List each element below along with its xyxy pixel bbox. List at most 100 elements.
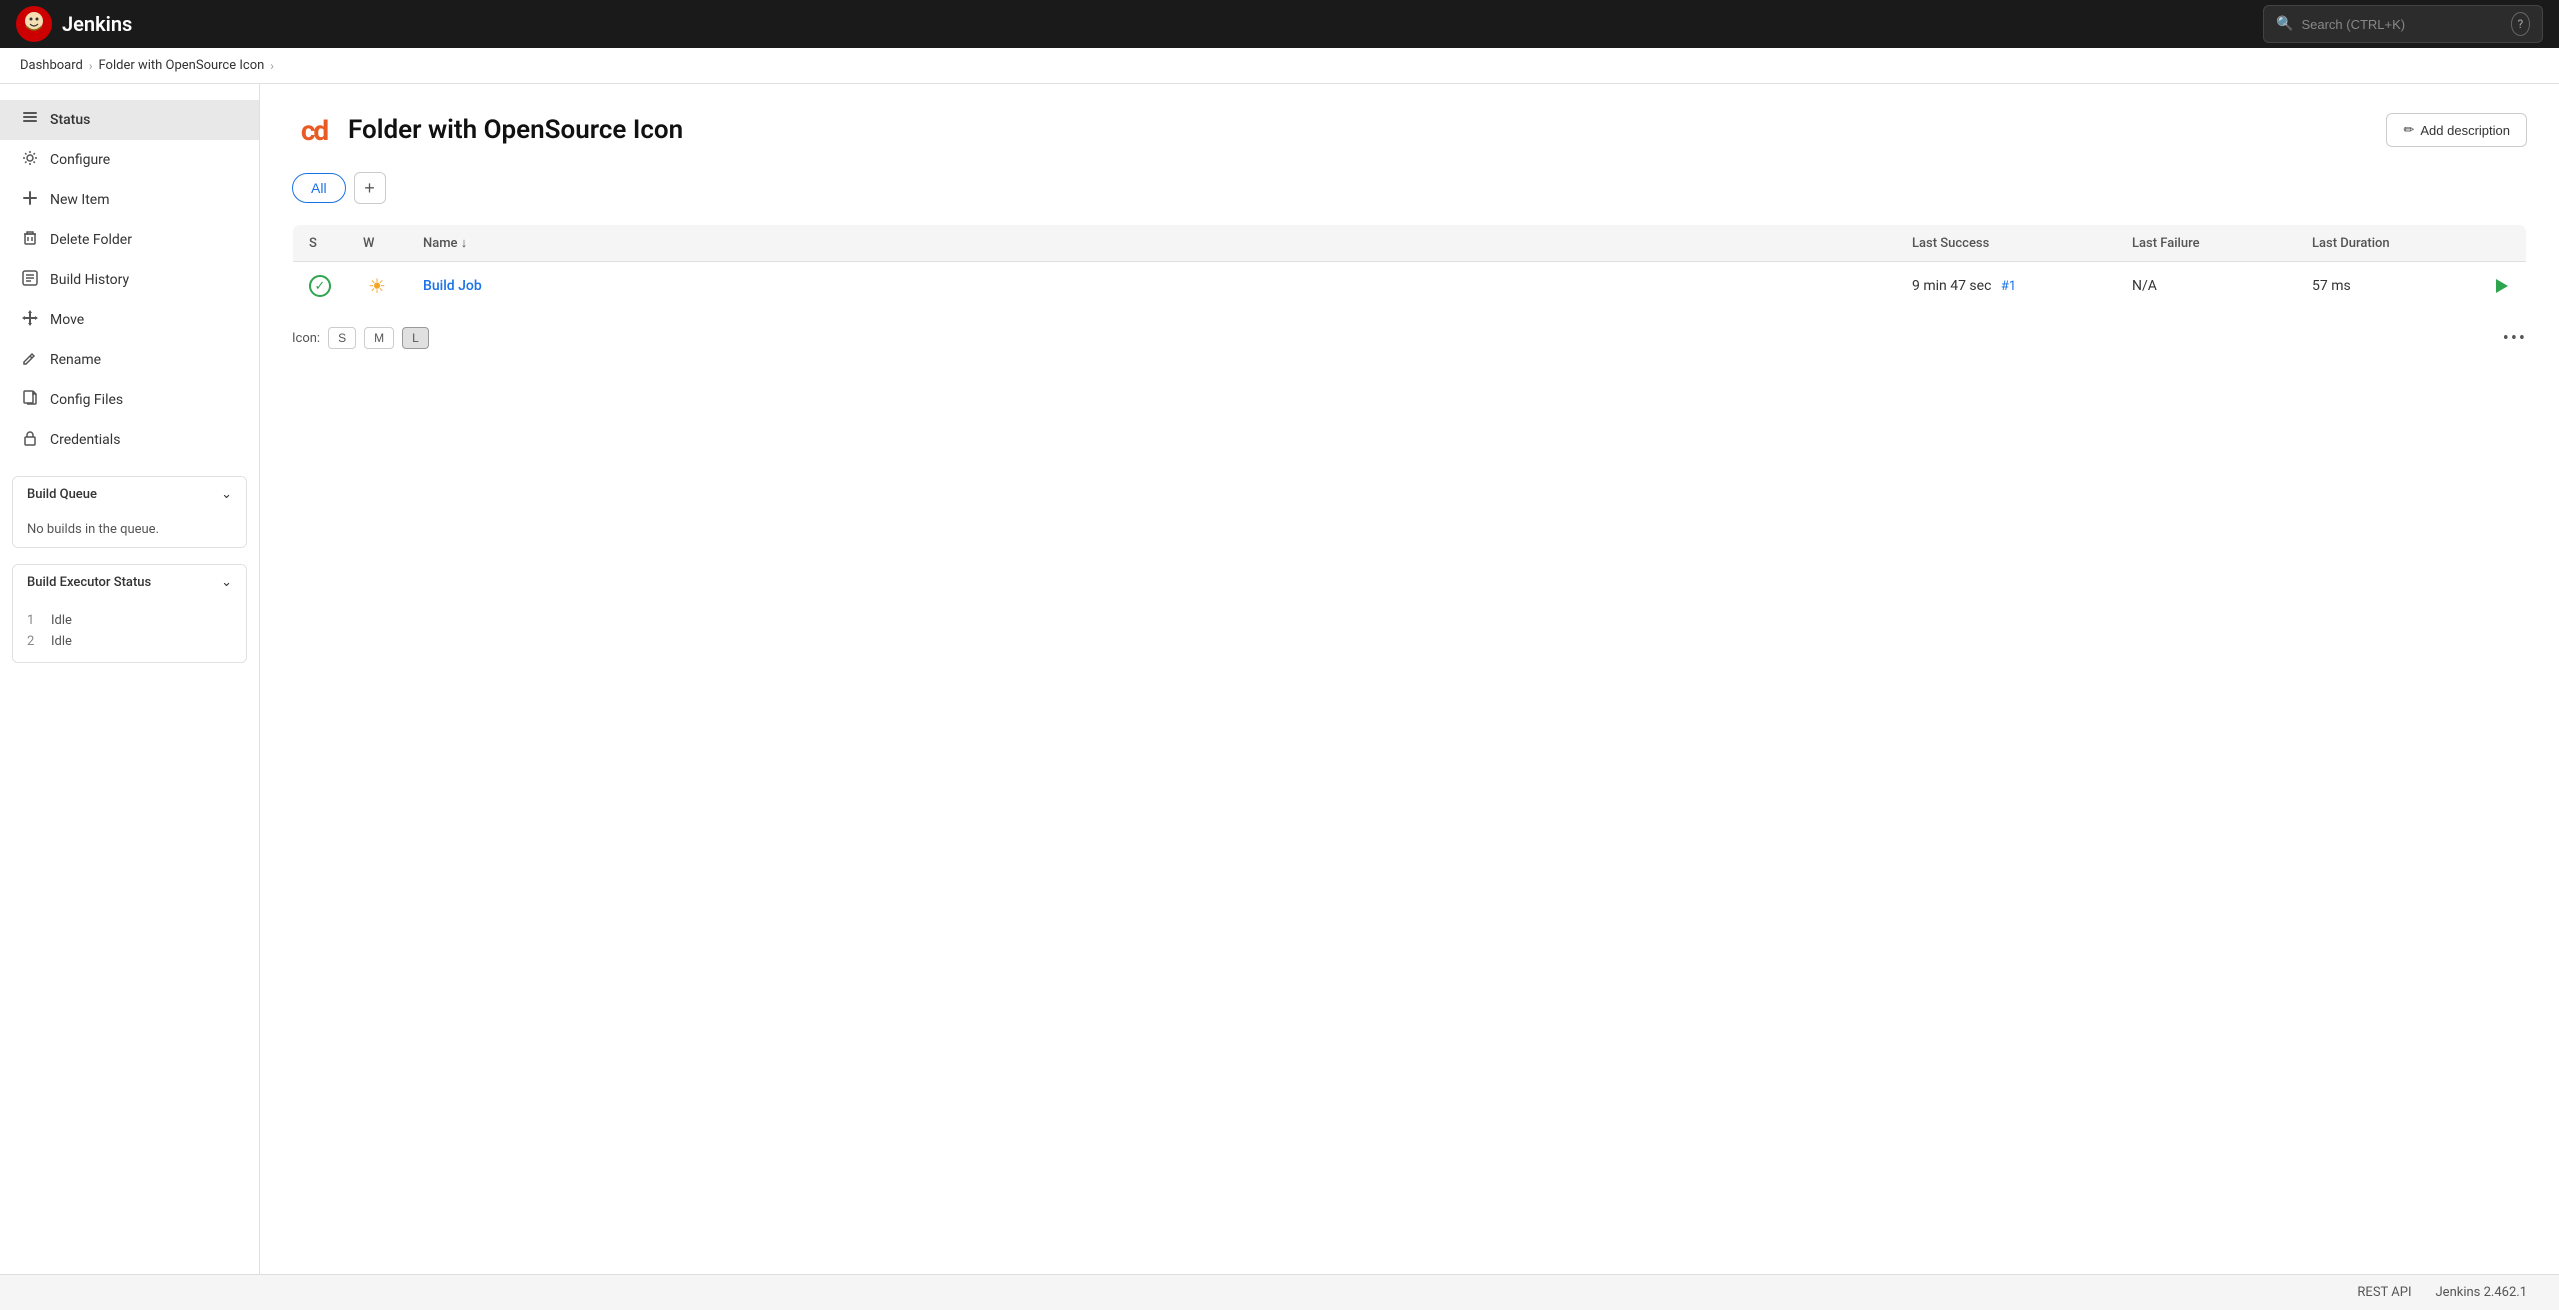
search-input[interactable]: [2301, 17, 2502, 32]
col-header-name[interactable]: Name ↓: [407, 225, 1896, 262]
build-executor-header[interactable]: Build Executor Status ⌄: [13, 565, 246, 600]
sidebar-label-credentials: Credentials: [50, 432, 120, 448]
job-run-cell: [2476, 262, 2527, 311]
jenkins-version: Jenkins 2.462.1: [2436, 1285, 2528, 1300]
col-header-w: W: [347, 225, 407, 262]
sidebar-item-move[interactable]: Move: [0, 300, 259, 340]
tabs-row: All +: [292, 172, 2527, 204]
sidebar-item-new-item[interactable]: New Item: [0, 180, 259, 220]
table-body: ✓ ☀ Build Job 9 min 47 sec #1 N/A: [293, 262, 2527, 311]
breadcrumb-folder[interactable]: Folder with OpenSource Icon: [98, 58, 264, 73]
icon-size-l[interactable]: L: [402, 327, 429, 349]
sidebar-label-rename: Rename: [50, 352, 101, 368]
build-executor-body: 1 Idle 2 Idle: [13, 600, 246, 662]
jenkins-logo[interactable]: Jenkins: [16, 6, 132, 42]
sidebar-label-delete-folder: Delete Folder: [50, 232, 132, 248]
edit-icon: ✏: [2403, 122, 2414, 138]
icon-size-m[interactable]: M: [364, 327, 394, 349]
build-queue-empty: No builds in the queue.: [27, 522, 159, 537]
build-executor-title: Build Executor Status: [27, 575, 151, 590]
build-queue-header[interactable]: Build Queue ⌄: [13, 477, 246, 512]
job-last-failure-cell: N/A: [2116, 262, 2296, 311]
footer: REST API Jenkins 2.462.1: [0, 1274, 2559, 1310]
executor-num-2: 2: [27, 634, 43, 649]
tab-all[interactable]: All: [292, 173, 346, 203]
job-last-success-cell: 9 min 47 sec #1: [1896, 262, 2116, 311]
sidebar-item-config-files[interactable]: Config Files: [0, 380, 259, 420]
col-header-last-success: Last Success: [1896, 225, 2116, 262]
topnav-title: Jenkins: [62, 12, 132, 36]
job-name-link[interactable]: Build Job: [423, 278, 482, 294]
move-icon: [20, 310, 40, 330]
sidebar-item-credentials[interactable]: Credentials: [0, 420, 259, 460]
sidebar-item-build-history[interactable]: Build History: [0, 260, 259, 300]
status-icon: [20, 110, 40, 130]
col-header-run: [2476, 225, 2527, 262]
build-num-link[interactable]: #1: [2001, 279, 2016, 294]
jenkins-avatar-icon: [16, 6, 52, 42]
sidebar-item-rename[interactable]: Rename: [0, 340, 259, 380]
build-queue-body: No builds in the queue.: [13, 512, 246, 547]
rest-api-link[interactable]: REST API: [2357, 1285, 2411, 1300]
sidebar-label-config-files: Config Files: [50, 392, 123, 408]
build-history-icon: [20, 270, 40, 290]
jobs-table: S W Name ↓ Last Success Last Failure: [292, 224, 2527, 311]
icon-size-s[interactable]: S: [328, 327, 356, 349]
breadcrumb-sep-2: ›: [270, 59, 274, 73]
col-header-last-duration: Last Duration: [2296, 225, 2476, 262]
page-header: cd Folder with OpenSource Icon ✏ Add des…: [292, 108, 2527, 152]
cd-logo-text: cd: [301, 114, 327, 147]
executor-status-1: Idle: [51, 613, 72, 628]
job-name-cell: Build Job: [407, 262, 1896, 311]
delete-icon: [20, 230, 40, 250]
credentials-icon: [20, 430, 40, 450]
executor-status-2: Idle: [51, 634, 72, 649]
search-box[interactable]: 🔍 ?: [2263, 5, 2543, 43]
rename-icon: [20, 350, 40, 370]
sidebar-label-new-item: New Item: [50, 192, 110, 208]
status-success-icon: ✓: [309, 275, 331, 297]
breadcrumb-dashboard[interactable]: Dashboard: [20, 58, 83, 73]
more-options-button[interactable]: •••: [2503, 328, 2527, 349]
table-row: ✓ ☀ Build Job 9 min 47 sec #1 N/A: [293, 262, 2527, 311]
help-icon[interactable]: ?: [2511, 12, 2530, 36]
page-title: Folder with OpenSource Icon: [348, 115, 683, 145]
tab-add-button[interactable]: +: [354, 172, 386, 204]
configure-icon: [20, 150, 40, 170]
main-content: cd Folder with OpenSource Icon ✏ Add des…: [260, 84, 2559, 1274]
main-layout: Status Configure New Item Delete Folder …: [0, 84, 2559, 1274]
table-header: S W Name ↓ Last Success Last Failure: [293, 225, 2527, 262]
executor-num-1: 1: [27, 613, 43, 628]
sidebar-item-delete-folder[interactable]: Delete Folder: [0, 220, 259, 260]
build-queue-title: Build Queue: [27, 487, 97, 502]
last-duration-val: 57 ms: [2312, 278, 2351, 294]
job-weather-cell: ☀: [347, 262, 407, 311]
build-executor-section: Build Executor Status ⌄ 1 Idle 2 Idle: [12, 564, 247, 663]
sidebar: Status Configure New Item Delete Folder …: [0, 84, 260, 1274]
build-queue-collapse-icon: ⌄: [221, 487, 232, 502]
executor-row-1: 1 Idle: [27, 610, 232, 631]
build-executor-collapse-icon: ⌄: [221, 575, 232, 590]
add-description-button[interactable]: ✏ Add description: [2386, 113, 2527, 147]
job-status-cell: ✓: [293, 262, 348, 311]
tab-all-label: All: [311, 180, 327, 196]
breadcrumb: Dashboard › Folder with OpenSource Icon …: [0, 48, 2559, 84]
config-files-icon: [20, 390, 40, 410]
play-icon: [2492, 277, 2510, 295]
sidebar-item-configure[interactable]: Configure: [0, 140, 259, 180]
col-header-last-failure: Last Failure: [2116, 225, 2296, 262]
col-header-s: S: [293, 225, 348, 262]
sidebar-label-move: Move: [50, 312, 84, 328]
run-build-button[interactable]: [2492, 277, 2510, 295]
folder-cd-icon: cd: [292, 108, 336, 152]
sidebar-item-status[interactable]: Status: [0, 100, 259, 140]
build-queue-section: Build Queue ⌄ No builds in the queue.: [12, 476, 247, 548]
icon-size-row: Icon: S M L •••: [292, 327, 2527, 349]
new-item-icon: [20, 190, 40, 210]
breadcrumb-sep-1: ›: [89, 59, 93, 73]
topnav: Jenkins 🔍 ?: [0, 0, 2559, 48]
job-last-duration-cell: 57 ms: [2296, 262, 2476, 311]
icon-size-label: Icon:: [292, 331, 320, 346]
last-success-time: 9 min 47 sec: [1912, 278, 1991, 294]
sidebar-label-build-history: Build History: [50, 272, 129, 288]
